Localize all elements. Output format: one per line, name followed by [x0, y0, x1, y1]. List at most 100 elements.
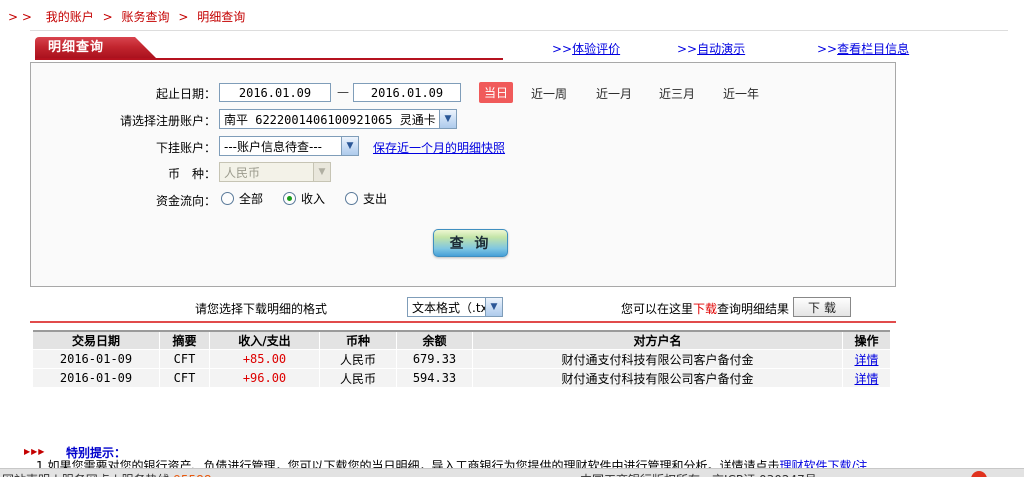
date-to-input[interactable]: [353, 83, 461, 102]
link-marker: >>: [817, 42, 837, 56]
header-action: 操作: [843, 332, 890, 349]
breadcrumb-account-query[interactable]: 账务查询: [122, 10, 170, 24]
link-marker: >>: [677, 42, 697, 56]
fund-flow-options: 全部 收入 支出: [221, 190, 387, 207]
cell-trade-date: 2016-01-09: [33, 350, 160, 368]
breadcrumb-detail-query[interactable]: 明细查询: [197, 10, 245, 24]
link-marker: >>: [552, 42, 572, 56]
table-header-row: 交易日期 摘要 收入/支出 币种 余额 对方户名 操作: [33, 332, 890, 350]
footer-site-statement[interactable]: 网站声明: [2, 473, 50, 477]
radio-income-label: 收入: [301, 190, 325, 207]
query-button[interactable]: 查 询: [433, 229, 508, 257]
chevron-down-icon: ▼: [485, 298, 502, 316]
sub-account-select[interactable]: ---账户信息待查--- ▼: [219, 136, 359, 156]
radio-icon: [283, 192, 296, 205]
cell-currency: 人民币: [320, 369, 397, 387]
download-format-select[interactable]: 文本格式（.txt） ▼: [407, 297, 503, 317]
cell-currency: 人民币: [320, 350, 397, 368]
currency-select: 人民币 ▼: [219, 162, 331, 182]
breadcrumb-prefix: > >: [8, 10, 32, 24]
header-balance: 余额: [397, 332, 473, 349]
header-currency: 币种: [320, 332, 397, 349]
registered-account-value: 南平 6222001406100921065 灵通卡: [220, 111, 439, 128]
icbc-emblem-icon: [971, 471, 987, 477]
date-range-label: 起止日期：: [36, 85, 216, 102]
footer-copyright: 中国工商银行版权所有 京ICP证 030247号: [580, 471, 817, 477]
registered-account-select[interactable]: 南平 6222001406100921065 灵通卡 ▼: [219, 109, 457, 129]
radio-icon: [345, 192, 358, 205]
header-counterparty: 对方户名: [473, 332, 843, 349]
header-trade-date: 交易日期: [33, 332, 160, 349]
container-top-divider: [30, 30, 1008, 31]
footer-service-outlets[interactable]: 服务网点: [62, 473, 110, 477]
sub-account-value: ---账户信息待查---: [220, 138, 341, 155]
footer-hotline-label: 服务热线: [121, 473, 169, 477]
download-format-label: 请您选择下载明细的格式: [195, 300, 327, 317]
table-row: 2016-01-09 CFT +96.00 人民币 594.33 财付通支付科技…: [33, 369, 890, 388]
header-summary: 摘要: [160, 332, 210, 349]
hint-prefix: 您可以在这里: [621, 302, 693, 316]
breadcrumb-my-account[interactable]: 我的账户: [46, 10, 94, 24]
chevron-down-icon: ▼: [341, 137, 358, 155]
query-form-panel: 起止日期： — 当日 近一周 近一月 近三月 近一年 请选择注册账户： 南平 6…: [30, 62, 896, 287]
footer-divider: |: [54, 473, 58, 477]
cell-counterparty: 财付通支付科技有限公司客户备付金: [473, 350, 843, 368]
link-experience-review[interactable]: >>体验评价: [552, 40, 620, 57]
quick-range-today-badge[interactable]: 当日: [479, 82, 513, 103]
tab-detail-query[interactable]: 明细查询: [35, 37, 157, 59]
chevron-down-icon: ▼: [313, 163, 330, 181]
fund-flow-label: 资金流向：: [36, 192, 216, 209]
radio-all-label: 全部: [239, 190, 263, 207]
cell-amount: +96.00: [210, 369, 320, 387]
footer-left-links: 网站声明 | 服务网点 | 服务热线 95588: [2, 471, 211, 477]
download-inline-link[interactable]: 下载: [693, 302, 717, 316]
footer-bar: 网站声明 | 服务网点 | 服务热线 95588 中国工商银行版权所有 京ICP…: [0, 468, 1024, 477]
sub-account-label: 下挂账户：: [36, 139, 216, 156]
radio-expense[interactable]: 支出: [345, 190, 387, 207]
cell-trade-date: 2016-01-09: [33, 369, 160, 387]
breadcrumb-separator: >: [178, 10, 188, 24]
quick-range-week[interactable]: 近一周: [531, 85, 567, 102]
quick-range-3months[interactable]: 近三月: [659, 85, 695, 102]
breadcrumb-separator: >: [103, 10, 113, 24]
cell-amount: +85.00: [210, 350, 320, 368]
breadcrumb: > > 我的账户 > 账务查询 > 明细查询: [8, 8, 245, 25]
quick-range-year[interactable]: 近一年: [723, 85, 759, 102]
link-label: 体验评价: [572, 42, 620, 56]
save-snapshot-link[interactable]: 保存近一个月的明细快照: [373, 139, 505, 156]
table-row: 2016-01-09 CFT +85.00 人民币 679.33 财付通支付科技…: [33, 350, 890, 369]
currency-value: 人民币: [220, 164, 313, 181]
link-column-info[interactable]: >>查看栏目信息: [817, 40, 909, 57]
tab-underline: [35, 58, 503, 60]
download-button[interactable]: 下载: [793, 297, 851, 317]
footer-hotline-number: 95588: [173, 473, 211, 477]
link-label: 查看栏目信息: [837, 42, 909, 56]
quick-range-month[interactable]: 近一月: [596, 85, 632, 102]
red-divider: [30, 321, 896, 323]
chevron-down-icon: ▼: [439, 110, 456, 128]
download-format-value: 文本格式（.txt）: [408, 299, 485, 316]
cell-summary: CFT: [160, 369, 210, 387]
download-hint: 您可以在这里下载查询明细结果: [621, 300, 789, 317]
header-amount: 收入/支出: [210, 332, 320, 349]
results-table: 交易日期 摘要 收入/支出 币种 余额 对方户名 操作 2016-01-09 C…: [33, 330, 890, 388]
detail-link[interactable]: 详情: [854, 370, 878, 387]
radio-income[interactable]: 收入: [283, 190, 325, 207]
currency-label: 币 种：: [36, 165, 216, 182]
radio-icon: [221, 192, 234, 205]
date-dash: —: [337, 85, 349, 99]
registered-account-label: 请选择注册账户：: [36, 112, 216, 129]
notice-arrows-icon: ▶▶▶: [24, 447, 45, 456]
link-auto-demo[interactable]: >>自动演示: [677, 40, 745, 57]
cell-balance: 679.33: [397, 350, 473, 368]
hint-suffix: 查询明细结果: [717, 302, 789, 316]
footer-divider: |: [114, 473, 118, 477]
cell-counterparty: 财付通支付科技有限公司客户备付金: [473, 369, 843, 387]
cell-balance: 594.33: [397, 369, 473, 387]
radio-all[interactable]: 全部: [221, 190, 263, 207]
cell-summary: CFT: [160, 350, 210, 368]
radio-expense-label: 支出: [363, 190, 387, 207]
detail-link[interactable]: 详情: [854, 351, 878, 368]
date-from-input[interactable]: [219, 83, 331, 102]
link-label: 自动演示: [697, 42, 745, 56]
